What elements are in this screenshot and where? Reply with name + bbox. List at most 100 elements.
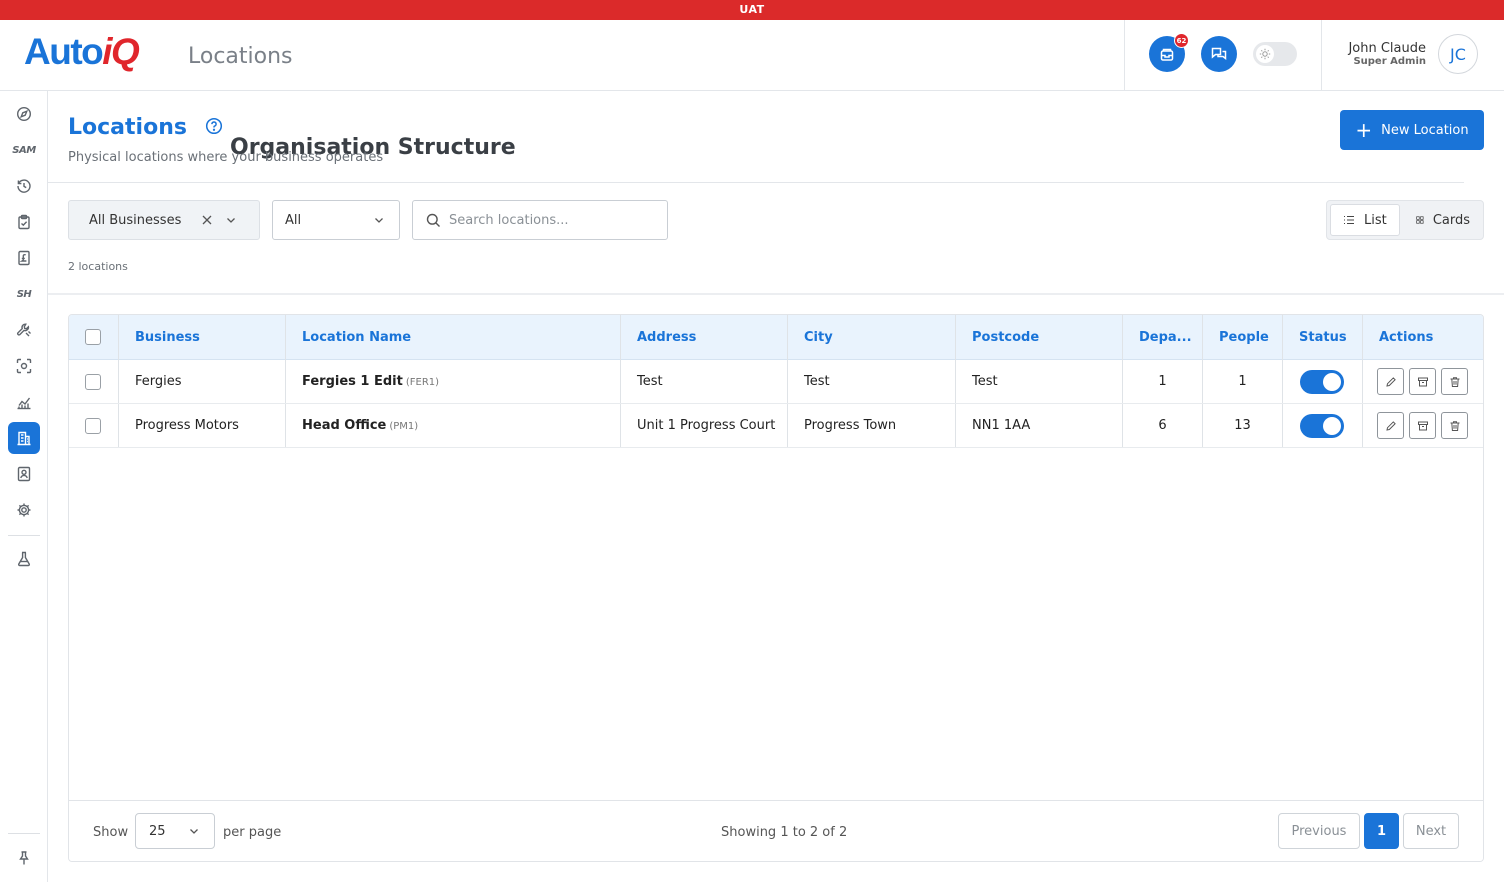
edit-button[interactable] bbox=[1377, 412, 1404, 439]
theme-toggle[interactable] bbox=[1253, 42, 1297, 66]
cards-view-button[interactable]: Cards bbox=[1404, 204, 1482, 236]
column-header-postcode[interactable]: Postcode bbox=[956, 315, 1122, 360]
cell-departments: 6 bbox=[1158, 418, 1167, 433]
cell-people: 13 bbox=[1234, 418, 1251, 433]
business-filter[interactable]: All Businesses bbox=[68, 200, 260, 240]
locations-table: Business Location Name Address City Post… bbox=[68, 314, 1484, 862]
column-header-people[interactable]: People bbox=[1203, 315, 1282, 360]
sidebar-item-tools[interactable] bbox=[8, 314, 40, 346]
search-placeholder: Search locations... bbox=[449, 212, 569, 228]
column-header-address[interactable]: Address bbox=[621, 315, 787, 360]
delete-button[interactable] bbox=[1441, 412, 1468, 439]
location-code: (FER1) bbox=[405, 377, 440, 388]
sidebar-item-organisation[interactable] bbox=[8, 422, 40, 454]
cell-location-name[interactable]: Fergies 1 Edit (FER1) bbox=[286, 360, 620, 404]
chevron-down-icon bbox=[375, 218, 383, 223]
sidebar-item-invoices[interactable] bbox=[8, 242, 40, 274]
archive-icon bbox=[1417, 377, 1428, 386]
search-icon bbox=[426, 213, 440, 227]
cell-business: Progress Motors bbox=[135, 418, 239, 433]
status-filter-value: All bbox=[285, 212, 302, 228]
search-input[interactable]: Search locations... bbox=[412, 200, 668, 240]
sidebar-pin-button[interactable] bbox=[8, 842, 40, 874]
column-header-business[interactable]: Business bbox=[119, 315, 285, 360]
trash-icon bbox=[1450, 376, 1459, 387]
building-icon bbox=[17, 431, 31, 446]
cell-postcode: Test bbox=[972, 374, 998, 389]
user-avatar[interactable]: JC bbox=[1438, 34, 1478, 74]
chat-icon bbox=[1211, 47, 1227, 61]
archive-button[interactable] bbox=[1409, 368, 1436, 395]
notifications-button[interactable]: 62 bbox=[1149, 33, 1189, 72]
chevron-down-icon bbox=[190, 829, 198, 834]
column-header-city[interactable]: City bbox=[788, 315, 955, 360]
sidebar-nav: SAM SH bbox=[0, 91, 48, 882]
sidebar-divider bbox=[8, 535, 40, 536]
sidebar-item-scan[interactable] bbox=[8, 350, 40, 382]
sidebar-item-sh[interactable]: SH bbox=[8, 278, 40, 310]
view-toggle: List Cards bbox=[1326, 200, 1484, 240]
per-page-value: 25 bbox=[149, 824, 166, 839]
row-checkbox[interactable] bbox=[85, 374, 101, 390]
archive-button[interactable] bbox=[1409, 412, 1436, 439]
messages-button[interactable] bbox=[1201, 36, 1237, 72]
sidebar-item-analytics[interactable] bbox=[8, 386, 40, 418]
cell-people: 1 bbox=[1238, 374, 1247, 389]
previous-page-button[interactable]: Previous bbox=[1278, 813, 1360, 849]
page-header-title: Organisation Structure Locations bbox=[182, 44, 516, 160]
cell-address: Unit 1 Progress Court bbox=[637, 418, 776, 433]
cell-address: Test bbox=[637, 374, 663, 389]
header-subtitle: Locations bbox=[188, 44, 293, 69]
cards-view-label: Cards bbox=[1432, 212, 1470, 228]
next-page-button[interactable]: Next bbox=[1403, 813, 1459, 849]
location-count: 2 locations bbox=[68, 260, 128, 273]
locations-title: Locations bbox=[68, 115, 187, 140]
contact-book-icon bbox=[17, 466, 31, 482]
column-header-departments[interactable]: Depa... bbox=[1123, 315, 1202, 360]
inbox-icon bbox=[1160, 48, 1174, 61]
gear-icon bbox=[17, 503, 31, 517]
header-divider bbox=[1124, 20, 1125, 90]
table-row[interactable]: Progress Motors Head Office (PM1) Unit 1 … bbox=[69, 404, 1483, 448]
sidebar-item-tasks[interactable] bbox=[8, 206, 40, 238]
sh-label: SH bbox=[16, 288, 32, 300]
help-icon[interactable] bbox=[205, 117, 223, 135]
per-page-select[interactable]: 25 bbox=[135, 813, 215, 849]
status-toggle-knob bbox=[1323, 417, 1341, 435]
location-name: Fergies 1 Edit bbox=[302, 374, 403, 389]
list-view-button[interactable]: List bbox=[1330, 204, 1400, 236]
pin-icon bbox=[19, 851, 29, 865]
edit-button[interactable] bbox=[1377, 368, 1404, 395]
app-logo[interactable]: Auto iQ bbox=[24, 31, 140, 72]
clear-icon[interactable] bbox=[200, 213, 214, 227]
cell-city: Progress Town bbox=[804, 418, 897, 433]
tools-icon bbox=[16, 323, 31, 337]
status-toggle[interactable] bbox=[1300, 370, 1344, 394]
locations-description: Physical locations where your business o… bbox=[68, 150, 384, 165]
sidebar-item-history[interactable] bbox=[8, 170, 40, 202]
title-divider bbox=[48, 182, 1464, 183]
sidebar-item-settings[interactable] bbox=[8, 494, 40, 526]
sidebar-item-dashboard[interactable] bbox=[8, 98, 40, 130]
cell-departments: 1 bbox=[1158, 374, 1167, 389]
pencil-icon bbox=[1385, 420, 1396, 431]
location-name: Head Office bbox=[302, 418, 387, 433]
column-header-location-name[interactable]: Location Name bbox=[286, 315, 620, 360]
status-filter[interactable]: All bbox=[272, 200, 400, 240]
status-toggle[interactable] bbox=[1300, 414, 1344, 438]
row-checkbox[interactable] bbox=[85, 418, 101, 434]
delete-button[interactable] bbox=[1441, 368, 1468, 395]
sidebar-item-sam[interactable]: SAM bbox=[8, 134, 40, 166]
sidebar-item-labs[interactable] bbox=[8, 543, 40, 575]
cell-location-name[interactable]: Head Office (PM1) bbox=[286, 404, 620, 448]
page-1-button[interactable]: 1 bbox=[1364, 813, 1399, 849]
new-location-button[interactable]: + New Location bbox=[1340, 110, 1484, 150]
location-code: (PM1) bbox=[389, 421, 419, 432]
column-header-status[interactable]: Status bbox=[1283, 315, 1362, 360]
select-all-checkbox[interactable] bbox=[85, 329, 101, 345]
section-divider bbox=[48, 293, 1504, 295]
sidebar-item-contacts[interactable] bbox=[8, 458, 40, 490]
archive-icon bbox=[1417, 421, 1428, 430]
table-row[interactable]: Fergies Fergies 1 Edit (FER1) Test Test T… bbox=[69, 360, 1483, 404]
grid-icon bbox=[1416, 216, 1424, 224]
